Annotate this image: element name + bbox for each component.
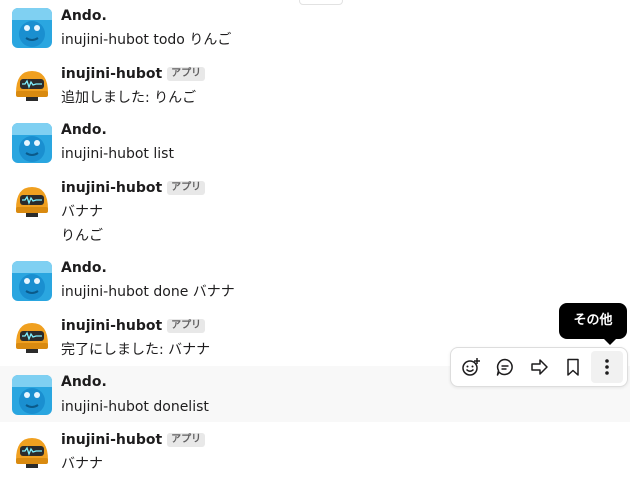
app-badge: アプリ — [167, 181, 206, 195]
avatar-hubot[interactable] — [12, 65, 52, 105]
message-text: inujini-hubot list — [61, 146, 174, 162]
message-row: Ando. inujini-hubot todo りんご — [0, 0, 630, 56]
bookmark-icon — [567, 358, 579, 376]
more-actions-icon — [605, 359, 609, 375]
avatar-hubot[interactable] — [12, 317, 52, 357]
avatar-ando[interactable] — [12, 261, 52, 301]
sender-name[interactable]: Ando. — [61, 258, 107, 278]
sender-name-text[interactable]: inujini-hubot — [61, 178, 162, 198]
message-text: バナナ — [61, 456, 103, 472]
message-text: inujini-hubot done バナナ — [61, 284, 235, 300]
sender-name[interactable]: inujini-hubot アプリ — [61, 178, 206, 198]
app-badge: アプリ — [167, 433, 206, 447]
message-text: inujini-hubot donelist — [61, 399, 209, 415]
app-badge: アプリ — [167, 319, 206, 333]
share-icon — [531, 359, 548, 375]
sender-name[interactable]: Ando. — [61, 372, 107, 392]
message-row: inujini-hubot アプリ 追加しました: りんご — [0, 56, 630, 114]
message-actions-toolbar — [450, 347, 628, 387]
message-text: バナナ — [61, 204, 103, 220]
sender-name-text[interactable]: inujini-hubot — [61, 430, 162, 450]
add-reaction-button[interactable] — [455, 351, 487, 383]
share-button[interactable] — [523, 351, 555, 383]
avatar-hubot[interactable] — [12, 181, 52, 221]
add-reaction-icon — [462, 358, 480, 376]
message-text: りんご — [61, 228, 103, 244]
sender-name-text[interactable]: inujini-hubot — [61, 64, 162, 84]
bookmark-button[interactable] — [557, 351, 589, 383]
avatar-ando[interactable] — [12, 123, 52, 163]
sender-name[interactable]: inujini-hubot アプリ — [61, 316, 206, 336]
reply-thread-icon — [496, 358, 513, 376]
avatar-hubot[interactable] — [12, 432, 52, 472]
sender-name-text[interactable]: inujini-hubot — [61, 316, 162, 336]
more-actions-button[interactable] — [591, 351, 623, 383]
message-row: Ando. inujini-hubot done バナナ — [0, 252, 630, 308]
sender-name[interactable]: inujini-hubot アプリ — [61, 64, 206, 84]
app-badge: アプリ — [167, 67, 206, 81]
message-text: inujini-hubot todo りんご — [61, 32, 232, 48]
reply-thread-button[interactable] — [489, 351, 521, 383]
avatar-ando[interactable] — [12, 375, 52, 415]
sender-name[interactable]: Ando. — [61, 6, 107, 26]
sender-name[interactable]: Ando. — [61, 120, 107, 140]
avatar-ando[interactable] — [12, 8, 52, 48]
message-row: Ando. inujini-hubot list — [0, 114, 630, 170]
message-row: inujini-hubot アプリ バナナ — [0, 422, 630, 484]
more-actions-tooltip: その他 — [559, 303, 627, 345]
message-text: 追加しました: りんご — [61, 90, 197, 106]
message-row: inujini-hubot アプリ バナナ りんご — [0, 170, 630, 252]
sender-name[interactable]: inujini-hubot アプリ — [61, 430, 206, 450]
message-text: 完了にしました: バナナ — [61, 342, 211, 358]
